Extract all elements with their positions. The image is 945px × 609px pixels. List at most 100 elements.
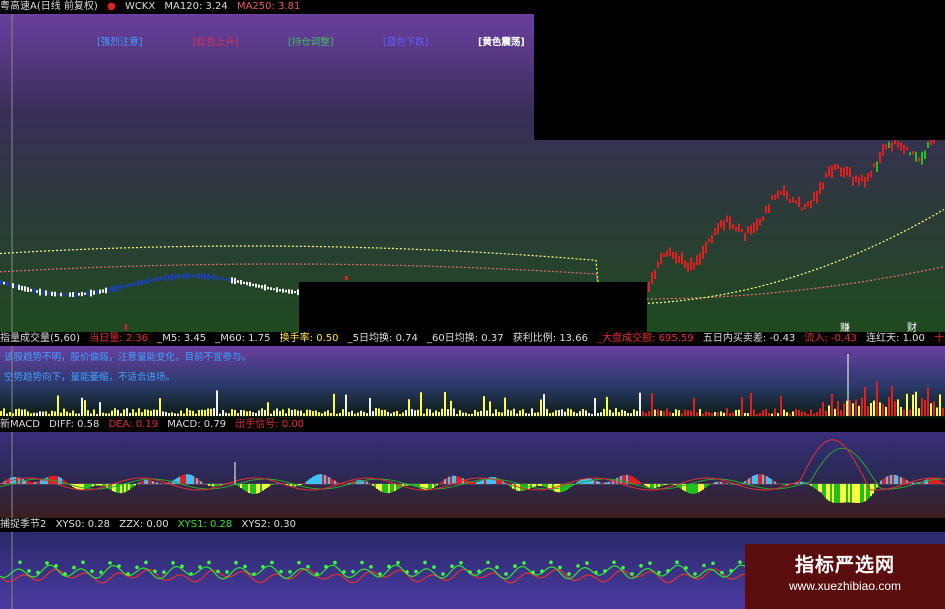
candle: [273, 288, 275, 291]
candle: [165, 274, 167, 282]
volume-bar: [102, 412, 104, 416]
candle: [261, 285, 263, 289]
candle: [669, 247, 671, 257]
macd-bar: [638, 481, 640, 484]
macd-bar: [34, 481, 36, 484]
volume-bar: [555, 410, 557, 416]
volume-bar: [528, 413, 530, 416]
candle: [255, 283, 257, 288]
macd-bar: [366, 481, 368, 484]
main-price-chart[interactable]: [强烈注意] [红色上升] [持仓调整] [蓝色下跌] [黄色震荡] 赚 财: [0, 14, 945, 332]
candle: [687, 262, 689, 273]
volume-bar: [12, 413, 14, 416]
season-dot: [144, 560, 148, 565]
macd-bar: [722, 482, 724, 484]
season-title[interactable]: 捕捉季节2: [0, 519, 46, 530]
indicator-tag[interactable]: WCKX: [125, 1, 155, 12]
macd-bar: [610, 481, 612, 484]
volume-bar: [798, 409, 800, 416]
volume-bar: [648, 411, 650, 416]
candle: [156, 276, 158, 282]
volume-bar: [480, 410, 482, 416]
candle: [864, 176, 866, 188]
season-dot: [621, 565, 625, 570]
macd-bar: [322, 474, 324, 484]
volume-bar: [654, 409, 656, 416]
season-dot: [63, 572, 67, 576]
macd-bar: [844, 484, 846, 503]
candle: [816, 190, 818, 204]
volume-bar: [615, 408, 617, 416]
volume-bar: [570, 409, 572, 416]
volume-title[interactable]: 指量成交量(5,60): [0, 333, 80, 344]
volume-bar: [534, 412, 536, 416]
volume-bar: [708, 412, 710, 416]
volume-bar: [204, 410, 206, 416]
volume-bar: [786, 412, 788, 416]
macd-chart[interactable]: [0, 432, 945, 518]
candle: [18, 284, 20, 290]
volume-bar: [330, 412, 332, 416]
volume-bar: [447, 409, 449, 416]
macd-bar: [596, 481, 598, 484]
candle: [6, 281, 8, 287]
volume-bar: [348, 412, 350, 416]
candle: [120, 284, 122, 290]
volume-chart[interactable]: 该股趋势不明，股价偏弱，注意量能变化，目前不宜参与。 空势趋势向下，量能萎缩，不…: [0, 346, 945, 418]
season-dot: [27, 569, 31, 573]
season-dot: [360, 560, 364, 565]
macd-bar: [912, 482, 914, 484]
macd-title[interactable]: 新MACD: [0, 419, 40, 430]
volume-bar: [642, 411, 644, 416]
season-dot: [405, 570, 409, 574]
volume-bar: [759, 412, 761, 416]
volume-bar: [552, 412, 554, 416]
macd-bar: [644, 484, 646, 486]
candle: [768, 204, 770, 213]
volume-bar: [567, 408, 569, 416]
candle: [198, 273, 200, 279]
candle: [927, 141, 929, 148]
volume-bar: [369, 397, 371, 416]
volume-bar: [582, 409, 584, 416]
candle: [711, 234, 713, 244]
macd-bar: [56, 476, 58, 484]
candle: [108, 288, 110, 292]
macd-bar: [840, 484, 842, 503]
candle: [285, 289, 287, 293]
ma250-value: MA250: 3.81: [236, 1, 301, 12]
candle: [810, 200, 812, 209]
macd-bar: [886, 476, 888, 484]
candle: [126, 283, 128, 288]
volume-bar: [33, 412, 35, 416]
macd-bar: [842, 484, 844, 503]
stock-title[interactable]: 粤高速A(日线 前复权): [0, 1, 98, 12]
season-dot: [549, 560, 553, 565]
volume-bar: [288, 408, 290, 416]
macd-bar: [182, 474, 184, 484]
macd-bar: [264, 484, 266, 490]
candle: [729, 216, 731, 230]
volume-bar: [267, 402, 269, 416]
candle: [45, 290, 47, 296]
macd-bar: [818, 484, 820, 492]
macd-bar: [240, 484, 242, 489]
season-dot: [585, 561, 589, 565]
volume-bar: [609, 409, 611, 416]
macd-bar: [708, 484, 710, 486]
macd-bar: [60, 477, 62, 484]
macd-bar: [848, 484, 850, 503]
macd-bar: [784, 484, 786, 485]
season-dot: [315, 572, 319, 576]
candle: [804, 203, 806, 210]
macd-bar: [152, 480, 154, 484]
volume-bar: [801, 411, 803, 416]
volume-bar: [828, 405, 830, 416]
macd-bar: [144, 480, 146, 484]
volume-bar: [453, 408, 455, 416]
macd-bar: [890, 474, 892, 484]
volume-bar: [456, 413, 458, 416]
macd-bar: [250, 484, 252, 494]
candle: [99, 289, 101, 294]
candle: [69, 292, 71, 297]
